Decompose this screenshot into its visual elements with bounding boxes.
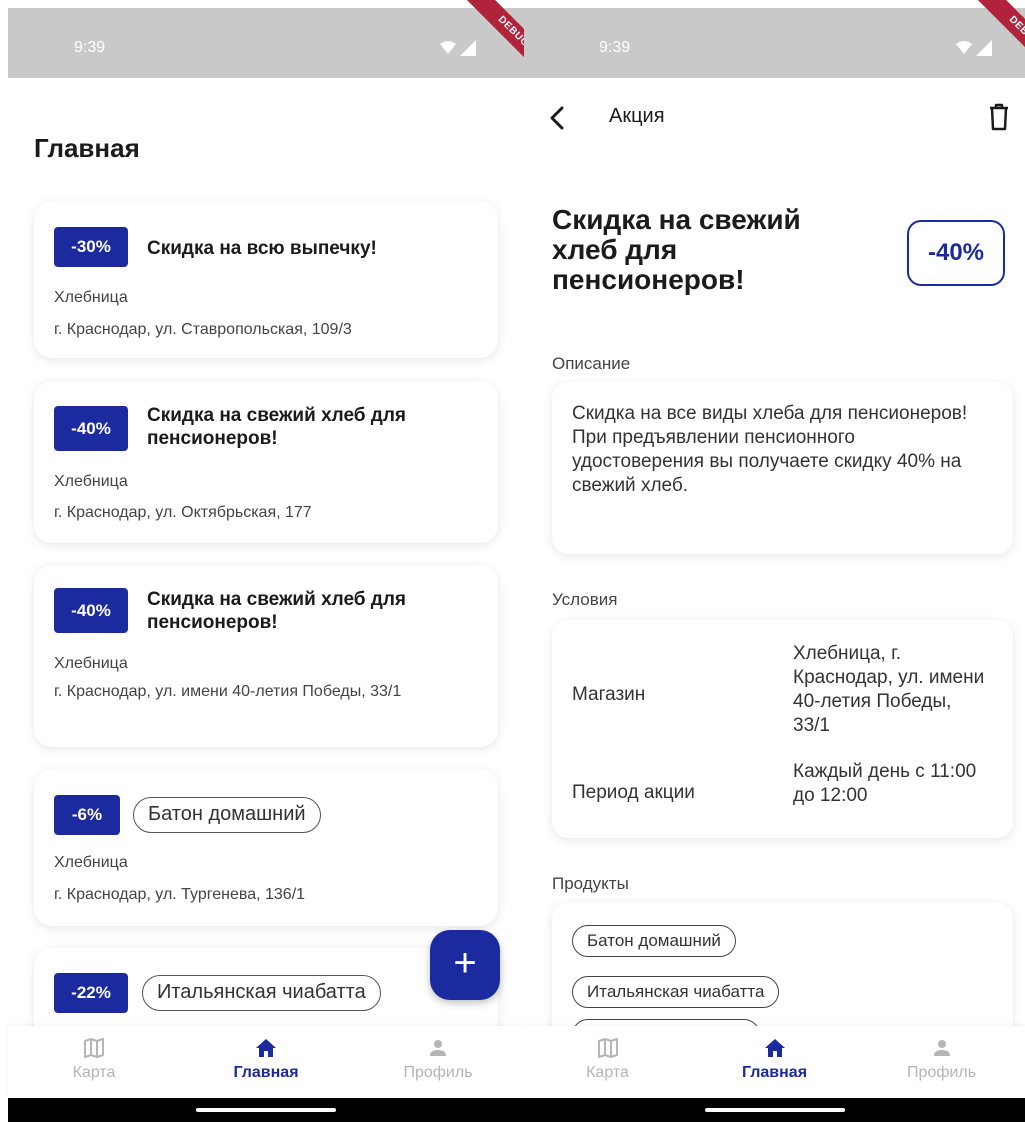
nav-item-map[interactable]: Карта (8, 1026, 180, 1098)
section-label: Описание (552, 354, 631, 373)
promo-card[interactable]: -6% Батон домашний Хлебница г. Краснодар… (34, 769, 498, 926)
nav-label: Профиль (906, 1064, 977, 1081)
discount-badge: -40% (54, 588, 128, 633)
bottom-nav: Карта Главная Профиль (8, 1026, 524, 1098)
app-bar: Акция (524, 78, 1025, 158)
shop-label: Магазин (572, 684, 646, 705)
discount-badge: -30% (54, 227, 128, 267)
description-panel: Скидка на все виды хлеба для пенсионеров… (552, 382, 1013, 554)
home-icon (764, 1039, 785, 1057)
period-label: Период акции (572, 782, 695, 803)
promo-card[interactable]: -40% Скидка на свежий хлеб для пенсионер… (34, 381, 498, 543)
discount-badge: -22% (54, 973, 128, 1013)
promo-title: Скидка на свежий хлеб для пенсионеров! (147, 405, 407, 449)
discount-badge: -6% (54, 795, 120, 835)
shop-value: Хлебница, г. Краснодар, ул. имени 40-лет… (793, 643, 985, 736)
person-icon (933, 1040, 950, 1056)
promo-shop: Хлебница (54, 473, 128, 490)
promo-title: Скидка на свежий хлеб для пенсионеров! (552, 204, 801, 295)
app-bar-title: Акция (609, 105, 665, 127)
signal-icon (956, 40, 992, 56)
section-label: Условия (552, 590, 618, 609)
nav-item-profile[interactable]: Профиль (858, 1026, 1025, 1098)
map-icon (597, 1038, 618, 1058)
home-icon (256, 1039, 276, 1057)
signal-icon (440, 40, 476, 56)
page-title: Главная (34, 133, 140, 163)
promo-title: Скидка на всю выпечку! (147, 238, 377, 259)
add-promo-button[interactable]: + (430, 930, 500, 1000)
gesture-bar (524, 1098, 1025, 1122)
map-icon (84, 1038, 104, 1058)
discount-badge: -40% (54, 406, 128, 451)
bottom-nav: Карта Главная Профиль (524, 1026, 1025, 1098)
promo-address: г. Краснодар, ул. имени 40-летия Победы,… (54, 683, 402, 700)
back-arrow-icon[interactable] (546, 104, 570, 132)
nav-label: Главная (233, 1064, 299, 1081)
promo-title: Скидка на свежий хлеб для пенсионеров! (147, 589, 407, 633)
status-time: 9:39 (74, 39, 106, 56)
nav-label: Главная (741, 1064, 808, 1081)
promo-card[interactable]: -30% Скидка на всю выпечку! Хлебница г. … (34, 201, 498, 358)
promo-address: г. Краснодар, ул. Тургенева, 136/1 (54, 886, 306, 903)
product-chip: Итальянская чиабатта (142, 975, 381, 1011)
gesture-bar (8, 1098, 524, 1122)
gesture-handle[interactable] (196, 1108, 336, 1112)
trash-icon[interactable] (987, 102, 1011, 132)
nav-label: Карта (72, 1064, 116, 1081)
product-chip: Батон домашний (133, 797, 321, 833)
promo-address: г. Краснодар, ул. Ставропольская, 109/3 (54, 321, 352, 338)
conditions-panel: Магазин Хлебница, г. Краснодар, ул. имен… (552, 620, 1013, 838)
nav-label: Профиль (403, 1064, 473, 1081)
promo-shop: Хлебница (54, 289, 128, 306)
promo-shop: Хлебница (54, 655, 128, 672)
status-bar: 9:39 DEBUG (8, 0, 524, 78)
promo-address: г. Краснодар, ул. Октябрьская, 177 (54, 504, 312, 521)
detail-screen: 9:39 DEBUG Акция Скидка на свежий хлеб д… (524, 0, 1025, 1122)
nav-item-home[interactable]: Главная (180, 1026, 352, 1098)
product-chip[interactable]: Итальянская чиабатта (572, 976, 780, 1008)
home-screen: 9:39 DEBUG Главная -30% Скидка на всю вы… (0, 0, 524, 1122)
nav-label: Карта (586, 1064, 629, 1081)
nav-item-profile[interactable]: Профиль (352, 1026, 524, 1098)
description-text: Скидка на все виды хлеба для пенсионеров… (572, 403, 968, 496)
section-label: Продукты (552, 874, 629, 893)
promo-card[interactable]: -40% Скидка на свежий хлеб для пенсионер… (34, 565, 498, 747)
status-time: 9:39 (599, 39, 631, 56)
period-value: Каждый день с 11:00 до 12:00 (793, 761, 977, 806)
promo-shop: Хлебница (54, 854, 128, 871)
person-icon (430, 1040, 446, 1056)
nav-item-home[interactable]: Главная (691, 1026, 858, 1098)
status-bar: 9:39 DEBUG (524, 0, 1025, 78)
gesture-handle[interactable] (704, 1108, 845, 1112)
product-chip[interactable]: Батон домашний (572, 925, 736, 957)
nav-item-map[interactable]: Карта (524, 1026, 691, 1098)
screens: 9:39 DEBUG Главная -30% Скидка на всю вы… (0, 0, 1025, 1122)
discount-badge: -40% (907, 220, 1005, 286)
